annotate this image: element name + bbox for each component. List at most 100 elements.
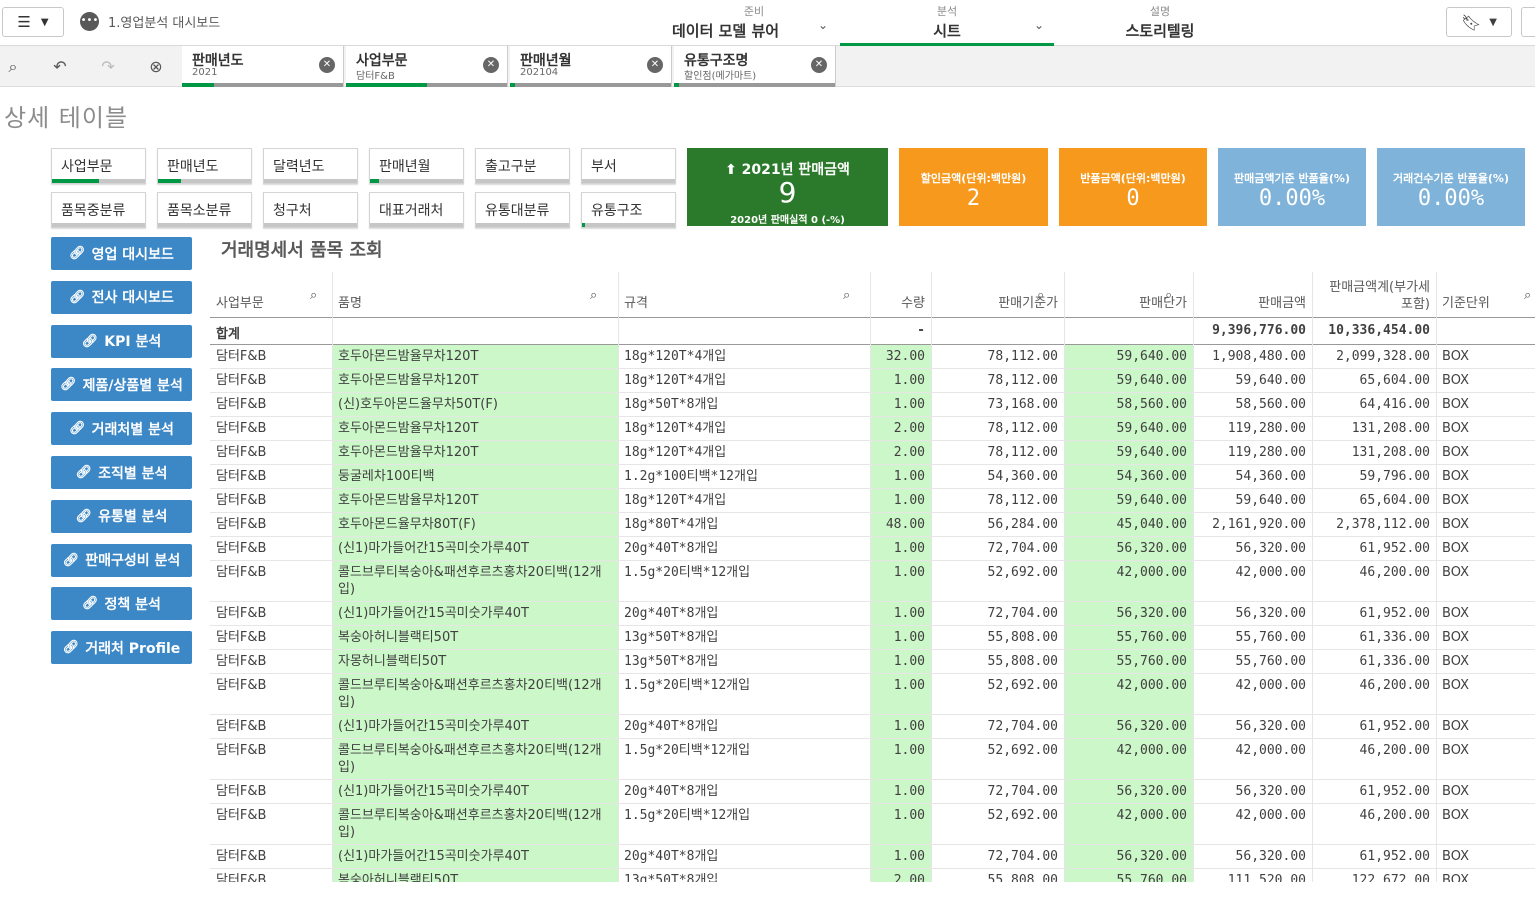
table-cell[interactable]: 1.2g*100티백*12개입 — [618, 465, 870, 488]
table-cell[interactable]: 1.00 — [870, 650, 931, 673]
table-cell[interactable]: 호두아몬드율무차80T(F) — [332, 513, 618, 536]
table-row[interactable]: 담터F&B (신1)마가들어간15곡미숫가루40T 20g*40T*8개입 1.00 7… — [210, 715, 1535, 739]
selection-chip[interactable]: 판매년도 2021 ✕ — [182, 46, 344, 87]
table-cell[interactable]: 59,640.00 — [1064, 489, 1193, 512]
table-cell[interactable]: 담터F&B — [210, 489, 332, 512]
table-cell[interactable]: 64,416.00 — [1312, 393, 1436, 416]
table-cell[interactable]: 55,808.00 — [931, 626, 1064, 649]
table-cell[interactable]: 담터F&B — [210, 441, 332, 464]
table-cell[interactable]: 55,760.00 — [1193, 626, 1312, 649]
table-cell[interactable]: 52,692.00 — [931, 739, 1064, 779]
filter-button[interactable]: 출고구분 — [475, 148, 570, 184]
table-cell[interactable]: 2,161,920.00 — [1193, 513, 1312, 536]
table-row[interactable]: 담터F&B 호두아몬드밤율무차120T 18g*120T*4개입 1.00 78,112… — [210, 369, 1535, 393]
table-cell[interactable]: 담터F&B — [210, 674, 332, 714]
table-cell[interactable]: BOX — [1436, 869, 1535, 882]
table-cell[interactable]: 호두아몬드밤율무차120T — [332, 369, 618, 392]
table-cell[interactable]: 72,704.00 — [931, 715, 1064, 738]
table-cell[interactable]: 담터F&B — [210, 650, 332, 673]
table-cell[interactable]: 42,000.00 — [1193, 674, 1312, 714]
table-cell[interactable]: 56,320.00 — [1193, 780, 1312, 803]
table-cell[interactable]: (신1)마가들어간15곡미숫가루40T — [332, 537, 618, 560]
table-cell[interactable]: 46,200.00 — [1312, 804, 1436, 844]
table-cell[interactable]: 콜드브루티복숭아&패션후르츠홍차20티백(12개입) — [332, 674, 618, 714]
table-cell[interactable]: 46,200.00 — [1312, 739, 1436, 779]
table-cell[interactable]: 1.00 — [870, 369, 931, 392]
column-header[interactable]: 규격 — [618, 272, 870, 317]
table-cell[interactable]: 54,360.00 — [931, 465, 1064, 488]
table-cell[interactable]: 55,760.00 — [1193, 650, 1312, 673]
table-cell[interactable]: 호두아몬드밤율무차120T — [332, 489, 618, 512]
table-cell[interactable]: 1.5g*20티백*12개입 — [618, 739, 870, 779]
table-cell[interactable]: 119,280.00 — [1193, 417, 1312, 440]
table-cell[interactable]: 18g*120T*4개입 — [618, 489, 870, 512]
filter-button[interactable]: 유통대분류 — [475, 192, 570, 228]
table-cell[interactable]: 복숭아허니블랙티50T — [332, 869, 618, 882]
table-cell[interactable]: 1.00 — [870, 602, 931, 625]
table-cell[interactable]: 61,952.00 — [1312, 845, 1436, 868]
table-cell[interactable]: 59,796.00 — [1312, 465, 1436, 488]
table-cell[interactable]: BOX — [1436, 369, 1535, 392]
table-cell[interactable]: 20g*40T*8개입 — [618, 537, 870, 560]
table-cell[interactable]: 56,320.00 — [1193, 715, 1312, 738]
table-row[interactable]: 담터F&B 호두아몬드밤율무차120T 18g*120T*4개입 2.00 78,112… — [210, 417, 1535, 441]
table-cell[interactable]: 56,320.00 — [1064, 537, 1193, 560]
table-cell[interactable]: BOX — [1436, 465, 1535, 488]
column-header[interactable]: 판매금액계(부가세 포함) — [1312, 272, 1436, 317]
table-cell[interactable]: 2,099,328.00 — [1312, 345, 1436, 368]
table-cell[interactable]: 73,168.00 — [931, 393, 1064, 416]
search-icon[interactable]: ⌕ — [310, 288, 317, 303]
table-row[interactable]: 담터F&B 콜드브루티복숭아&패션후르츠홍차20티백(12개입) 1.5g*20티백… — [210, 561, 1535, 602]
table-cell[interactable]: 56,320.00 — [1064, 715, 1193, 738]
table-cell[interactable]: 13g*50T*8개입 — [618, 626, 870, 649]
table-cell[interactable]: 56,320.00 — [1064, 602, 1193, 625]
table-cell[interactable]: 20g*40T*8개입 — [618, 602, 870, 625]
table-cell[interactable]: 45,040.00 — [1064, 513, 1193, 536]
table-cell[interactable]: 1.00 — [870, 561, 931, 601]
table-cell[interactable]: BOX — [1436, 561, 1535, 601]
nav-link-button[interactable]: 🔗︎ 판매구성비 분석 — [51, 543, 192, 577]
table-cell[interactable]: 122,672.00 — [1312, 869, 1436, 882]
table-cell[interactable]: 담터F&B — [210, 369, 332, 392]
close-icon[interactable]: ✕ — [811, 57, 827, 73]
search-icon[interactable]: ⌕ — [590, 288, 597, 303]
table-cell[interactable]: 42,000.00 — [1193, 804, 1312, 844]
table-cell[interactable]: 담터F&B — [210, 393, 332, 416]
selection-chip[interactable]: 유통구조명 할인점(메가마트) ✕ — [674, 46, 836, 87]
table-cell[interactable]: 담터F&B — [210, 513, 332, 536]
table-cell[interactable]: 32.00 — [870, 345, 931, 368]
table-cell[interactable]: BOX — [1436, 650, 1535, 673]
table-cell[interactable]: 1.00 — [870, 537, 931, 560]
table-cell[interactable]: 담터F&B — [210, 739, 332, 779]
table-cell[interactable]: 18g*120T*4개입 — [618, 417, 870, 440]
table-cell[interactable]: 131,208.00 — [1312, 417, 1436, 440]
table-cell[interactable]: 61,336.00 — [1312, 650, 1436, 673]
close-icon[interactable]: ✕ — [319, 57, 335, 73]
table-cell[interactable]: 56,320.00 — [1193, 537, 1312, 560]
table-cell[interactable]: 42,000.00 — [1064, 561, 1193, 601]
table-cell[interactable]: 13g*50T*8개입 — [618, 650, 870, 673]
table-cell[interactable]: 78,112.00 — [931, 489, 1064, 512]
table-cell[interactable]: 72,704.00 — [931, 845, 1064, 868]
table-cell[interactable]: BOX — [1436, 845, 1535, 868]
filter-button[interactable]: 대표거래처 — [369, 192, 464, 228]
table-cell[interactable]: 56,320.00 — [1193, 845, 1312, 868]
table-cell[interactable]: 둥굴레차100티백 — [332, 465, 618, 488]
table-cell[interactable]: 42,000.00 — [1064, 674, 1193, 714]
table-cell[interactable]: 78,112.00 — [931, 369, 1064, 392]
table-cell[interactable]: 1.5g*20티백*12개입 — [618, 674, 870, 714]
table-cell[interactable]: 65,604.00 — [1312, 369, 1436, 392]
filter-button[interactable]: 달력년도 — [263, 148, 358, 184]
table-cell[interactable]: 18g*80T*4개입 — [618, 513, 870, 536]
table-cell[interactable]: 콜드브루티복숭아&패션후르츠홍차20티백(12개입) — [332, 804, 618, 844]
table-cell[interactable]: 호두아몬드밤율무차120T — [332, 345, 618, 368]
table-cell[interactable]: 46,200.00 — [1312, 561, 1436, 601]
table-cell[interactable]: 56,320.00 — [1064, 780, 1193, 803]
table-cell[interactable]: 1,908,480.00 — [1193, 345, 1312, 368]
table-cell[interactable]: 56,284.00 — [931, 513, 1064, 536]
selection-chip[interactable]: 판매년월 202104 ✕ — [510, 46, 672, 87]
table-row[interactable]: 담터F&B (신1)마가들어간15곡미숫가루40T 20g*40T*8개입 1.00 7… — [210, 602, 1535, 626]
table-cell[interactable]: 42,000.00 — [1064, 804, 1193, 844]
table-cell[interactable]: 담터F&B — [210, 780, 332, 803]
nav-link-button[interactable]: 🔗︎ 제품/상품별 분석 — [51, 368, 192, 402]
